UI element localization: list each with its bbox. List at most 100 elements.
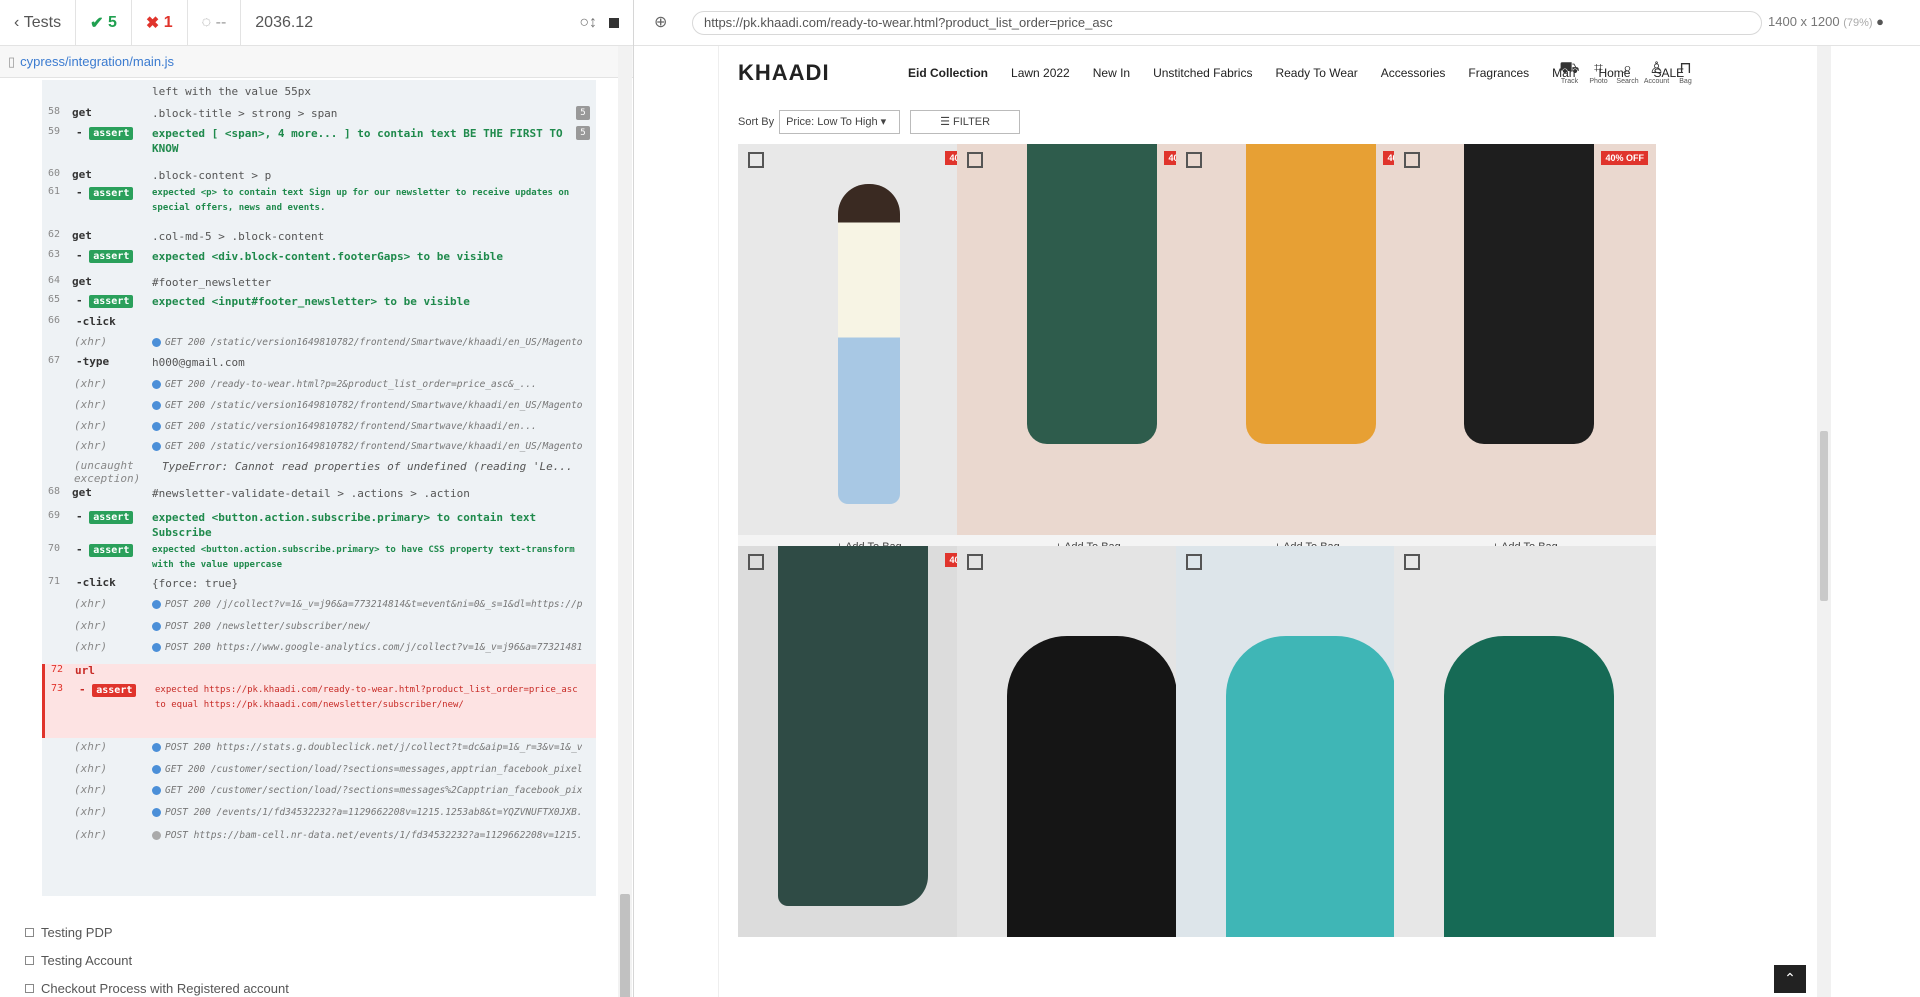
- log-entry[interactable]: (uncaught exception) TypeError: Cannot re…: [42, 459, 596, 489]
- visual-search-icon[interactable]: [1186, 554, 1202, 570]
- search-nav-button[interactable]: ⌕ Search: [1613, 60, 1642, 85]
- nav-item[interactable]: Ready To Wear: [1275, 66, 1357, 80]
- log-entry[interactable]: 67 -type h000@gmail.com: [42, 355, 596, 375]
- log-line-number: 58: [48, 106, 61, 117]
- suite-item[interactable]: Testing Account: [25, 946, 289, 974]
- xhr-status-icon: [152, 422, 161, 431]
- log-entry[interactable]: (xhr) GET 200 /customer/section/load/?sec…: [42, 783, 596, 803]
- filter-label: FILTER: [953, 116, 991, 128]
- visual-search-icon[interactable]: [967, 152, 983, 168]
- spec-path-bar[interactable]: ▯ cypress/integration/main.js: [0, 46, 633, 78]
- visual-search-icon[interactable]: [1404, 554, 1420, 570]
- spec-path[interactable]: cypress/integration/main.js: [20, 54, 174, 69]
- log-entry[interactable]: 66 -click: [42, 315, 596, 335]
- nav-item[interactable]: Eid Collection: [908, 66, 988, 80]
- log-entry[interactable]: (xhr) POST 200 https://www.google-analyti…: [42, 640, 596, 660]
- visual-search-icon[interactable]: [1186, 152, 1202, 168]
- visual-search-icon[interactable]: [748, 554, 764, 570]
- scrollbar-thumb[interactable]: [1820, 431, 1828, 601]
- tests-button[interactable]: ‹ Tests: [0, 0, 77, 46]
- photo-nav-button[interactable]: ⌗ Photo: [1584, 60, 1613, 85]
- xhr-status-icon: [152, 643, 161, 652]
- product-image[interactable]: 40% OFF: [1394, 144, 1656, 535]
- bag-nav-button[interactable]: ⊓ Bag: [1671, 60, 1700, 85]
- product-model-shape: [1464, 144, 1594, 444]
- track-nav-button[interactable]: ⛟ Track: [1555, 60, 1584, 85]
- url-field[interactable]: https://pk.khaadi.com/ready-to-wear.html…: [692, 11, 1762, 35]
- log-message: expected [ <span>, 4 more... ] to contai…: [152, 127, 563, 155]
- log-message: left with the value 55px: [152, 85, 311, 98]
- stop-icon[interactable]: [609, 17, 619, 28]
- log-command-name: (xhr): [74, 398, 108, 411]
- log-entry[interactable]: (xhr) POST 200 https://stats.g.doubleclic…: [42, 740, 596, 760]
- scroll-top-button[interactable]: ⌃: [1774, 965, 1806, 993]
- suite-item[interactable]: Checkout Process with Registered account: [25, 974, 289, 997]
- suite-label: Testing Account: [41, 952, 133, 968]
- assert-badge: assert: [89, 127, 134, 140]
- log-entry[interactable]: 60 get .block-content > p: [42, 168, 596, 188]
- log-entry[interactable]: (xhr) GET 200 /ready-to-wear.html?p=2&pro…: [42, 377, 596, 397]
- log-entry[interactable]: left with the value 55px: [42, 84, 596, 104]
- suite-item[interactable]: Testing PDP: [25, 918, 289, 946]
- log-entry[interactable]: (xhr) GET 200 /static/version1649810782/f…: [42, 439, 596, 459]
- log-entry[interactable]: (xhr) GET 200 /customer/section/load/?sec…: [42, 762, 596, 782]
- log-command-name: get: [72, 275, 92, 288]
- passed-count: ✔ 5: [76, 0, 132, 46]
- log-message: .col-md-5 > .block-content: [152, 230, 325, 243]
- xhr-status-icon: [152, 600, 161, 609]
- log-entry[interactable]: 61 - assert expected <p> to contain text S…: [42, 186, 596, 226]
- log-message: GET 200 /ready-to-wear.html?p=2&product_…: [152, 377, 582, 392]
- log-line-number: 71: [48, 576, 61, 587]
- filter-button[interactable]: ☰ FILTER: [910, 110, 1021, 134]
- info-icon[interactable]: ●: [1876, 14, 1884, 29]
- log-entry[interactable]: 69 - assert expected <button.action.subscr…: [42, 510, 596, 540]
- account-nav-button[interactable]: ♙ Account: [1642, 60, 1671, 85]
- log-entry[interactable]: 64 get #footer_newsletter: [42, 275, 596, 295]
- log-message: #newsletter-validate-detail > .actions >…: [152, 487, 470, 500]
- sort-select[interactable]: Price: Low To High ▾: [779, 110, 901, 134]
- log-scrollbar[interactable]: [618, 46, 632, 997]
- site-logo[interactable]: KHAADI: [738, 60, 830, 86]
- log-entry[interactable]: (xhr) POST 200 /j/collect?v=1&_v=j96&a=77…: [42, 597, 596, 617]
- log-entry[interactable]: 63 - assert expected <div.block-content.fo…: [42, 249, 596, 269]
- log-entry[interactable]: 59 - assert expected [ <span>, 4 more... ]…: [42, 126, 596, 166]
- log-entry[interactable]: (xhr) POST 200 /events/1/fd34532232?a=112…: [42, 805, 596, 825]
- visual-search-icon[interactable]: [1404, 152, 1420, 168]
- xhr-status-icon: [152, 786, 161, 795]
- nav-item[interactable]: New In: [1093, 66, 1130, 80]
- log-entry[interactable]: (xhr) GET 200 /static/version1649810782/f…: [42, 419, 596, 439]
- product-image[interactable]: [1394, 546, 1656, 937]
- log-message: POST 200 /newsletter/subscriber/new/: [152, 619, 582, 634]
- log-entry[interactable]: 72 url: [42, 664, 596, 684]
- nav-item[interactable]: Lawn 2022: [1011, 66, 1070, 80]
- log-entry[interactable]: (xhr) POST 200 /newsletter/subscriber/new…: [42, 619, 596, 639]
- log-line-number: 65: [48, 294, 61, 305]
- page-scrollbar[interactable]: [1817, 46, 1831, 997]
- log-entry[interactable]: 58 get .block-title > strong > span 5: [42, 106, 596, 126]
- visual-search-icon[interactable]: [748, 152, 764, 168]
- assert-badge: assert: [89, 187, 134, 200]
- log-entry[interactable]: 73 - assert expected https://pk.khaadi.com…: [42, 683, 596, 738]
- log-entry[interactable]: (xhr) GET 200 /static/version1649810782/f…: [42, 335, 596, 355]
- log-entry[interactable]: 71 -click {force: true}: [42, 576, 596, 596]
- log-entry[interactable]: 68 get #newsletter-validate-detail > .acti…: [42, 486, 596, 506]
- log-entry[interactable]: 65 - assert expected <input#footer_newslet…: [42, 294, 596, 314]
- auto-scroll-icon[interactable]: ○↕: [579, 14, 597, 32]
- crosshair-icon[interactable]: ⊕: [654, 12, 667, 32]
- chevron-left-icon: ‹: [14, 13, 24, 31]
- zoom-level: (79%): [1843, 17, 1873, 29]
- scrollbar-thumb[interactable]: [620, 894, 630, 997]
- log-entry[interactable]: 70 - assert expected <button.action.subscr…: [42, 543, 596, 573]
- log-entry[interactable]: 62 get .col-md-5 > .block-content: [42, 229, 596, 249]
- sort-row: Sort By Price: Low To High ▾ ☰ FILTER: [738, 110, 1021, 134]
- log-line-number: 64: [48, 275, 61, 286]
- log-command-name: -click: [76, 315, 116, 328]
- nav-item[interactable]: Fragrances: [1468, 66, 1529, 80]
- nav-item[interactable]: Accessories: [1381, 66, 1446, 80]
- log-entry[interactable]: (xhr) POST https://bam-cell.nr-data.net/e…: [42, 828, 596, 848]
- log-entry[interactable]: (xhr) GET 200 /static/version1649810782/f…: [42, 398, 596, 418]
- product-model-shape: [1007, 636, 1177, 937]
- nav-item[interactable]: Unstitched Fabrics: [1153, 66, 1252, 80]
- visual-search-icon[interactable]: [967, 554, 983, 570]
- log-command-name: (xhr): [74, 419, 108, 432]
